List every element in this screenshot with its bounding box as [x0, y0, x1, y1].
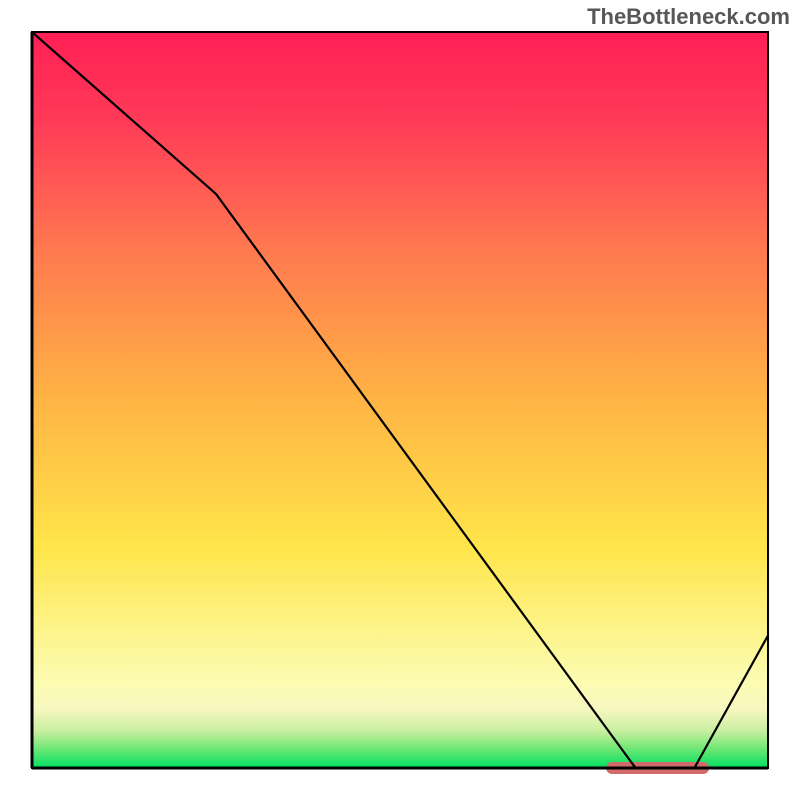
- attribution-text: TheBottleneck.com: [587, 4, 790, 30]
- gradient-background: [32, 32, 768, 768]
- chart-container: TheBottleneck.com: [0, 0, 800, 800]
- bottleneck-chart: [0, 0, 800, 800]
